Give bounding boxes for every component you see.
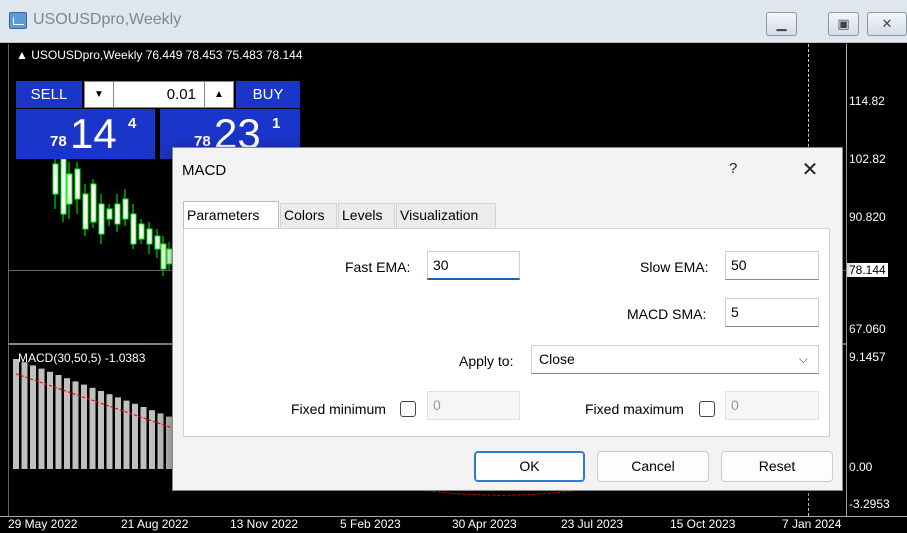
fixed-maximum-label: Fixed maximum (585, 401, 684, 417)
candle-body (106, 208, 113, 220)
slow-ema-input[interactable]: 50 (725, 251, 819, 280)
candle-body (130, 213, 137, 245)
macd-tick: -3.2953 (849, 497, 890, 511)
macd-sma-input[interactable]: 5 (725, 298, 819, 327)
macd-tick: 9.1457 (849, 350, 886, 364)
time-tick: 21 Aug 2022 (121, 517, 189, 531)
close-icon: ✕ (881, 16, 893, 31)
tab-levels[interactable]: Levels (338, 203, 395, 228)
time-tick: 7 Jan 2024 (782, 517, 842, 531)
chevron-down-icon: ⌵ (798, 352, 808, 366)
lot-decrease-button[interactable]: ▼ (84, 81, 114, 108)
slow-ema-label: Slow EMA: (640, 259, 709, 275)
candle-body (66, 173, 73, 205)
macd-bar (21, 362, 28, 469)
candle-body (90, 183, 97, 223)
fixed-maximum-checkbox[interactable] (699, 401, 715, 417)
arrow-up-icon: ▲ (16, 48, 28, 62)
time-tick: 29 May 2022 (8, 517, 78, 531)
sell-price-quote[interactable]: 78 14 4 (16, 109, 155, 159)
macd-bar (47, 371, 53, 469)
macd-bar (123, 400, 130, 469)
macd-bar (132, 403, 138, 469)
candle-body (114, 203, 121, 225)
time-tick: 13 Nov 2022 (230, 517, 299, 531)
minimize-icon: ▁ (776, 16, 787, 31)
close-window-button[interactable]: ✕ (867, 12, 907, 36)
cancel-button[interactable]: Cancel (597, 451, 709, 482)
macd-tick: 0.00 (849, 460, 873, 474)
fixed-maximum-input[interactable]: 0 (725, 391, 819, 420)
macd-bar (149, 410, 155, 469)
fast-ema-label: Fast EMA: (345, 259, 411, 275)
candle-body (74, 168, 81, 200)
macd-bar (13, 359, 19, 469)
sell-button[interactable]: SELL (16, 81, 82, 108)
window-title: USOUSDpro,Weekly (33, 11, 182, 28)
time-tick: 15 Oct 2023 (670, 517, 736, 531)
fast-ema-input[interactable]: 30 (427, 251, 520, 280)
macd-dialog: MACD ? ✕ Parameters Colors Levels Visual… (172, 147, 843, 491)
fixed-minimum-label: Fixed minimum (291, 401, 386, 417)
dialog-title: MACD (182, 162, 227, 179)
chart-info-line: ▲ USOUSDpro,Weekly 76.449 78.453 75.483 … (16, 48, 303, 62)
price-tick: 67.060 (849, 322, 886, 336)
candle-body (82, 193, 89, 230)
apply-to-value: Close (539, 351, 575, 367)
sell-price-sup: 4 (128, 115, 137, 132)
price-tick: 90.820 (849, 210, 886, 224)
candle-body (154, 235, 161, 250)
ok-button[interactable]: OK (474, 451, 585, 482)
candle-body (98, 203, 105, 235)
price-tick: 102.82 (849, 152, 886, 166)
macd-bar (38, 368, 45, 469)
macd-bar (72, 381, 79, 469)
current-price-tick: 78.144 (847, 263, 888, 277)
dialog-close-button[interactable]: ✕ (793, 156, 827, 186)
time-tick: 23 Jul 2023 (561, 517, 624, 531)
time-tick: 5 Feb 2023 (340, 517, 401, 531)
tab-colors[interactable]: Colors (280, 203, 337, 228)
macd-sma-label: MACD SMA: (627, 306, 707, 322)
lot-size-input[interactable]: 0.01 (114, 81, 204, 108)
candle-body (122, 198, 129, 220)
chart-window-icon (9, 12, 27, 29)
fixed-minimum-input[interactable]: 0 (427, 391, 520, 420)
maximize-icon: ▣ (837, 16, 850, 31)
chevron-up-icon: ▲ (214, 89, 224, 100)
apply-to-select[interactable]: Close ⌵ (531, 345, 819, 374)
parameters-panel: Fast EMA: 30 Slow EMA: 50 MACD SMA: 5 Ap… (183, 228, 830, 437)
price-tick: 114.82 (849, 94, 885, 108)
reset-button[interactable]: Reset (721, 451, 833, 482)
candle-body (52, 163, 59, 195)
fixed-minimum-checkbox[interactable] (400, 401, 416, 417)
candle-body (60, 158, 67, 215)
macd-bar (157, 413, 164, 469)
window-titlebar: USOUSDpro,Weekly ▁ ▣ ✕ (0, 0, 907, 43)
buy-price-sup: 1 (272, 115, 281, 132)
help-button[interactable]: ? (729, 160, 737, 177)
tab-parameters[interactable]: Parameters (183, 201, 279, 228)
sell-price-big: 14 (70, 110, 117, 157)
time-tick: 30 Apr 2023 (452, 517, 517, 531)
maximize-button[interactable]: ▣ (828, 12, 859, 36)
candle-body (138, 223, 145, 240)
chevron-down-icon: ▼ (94, 89, 104, 100)
sell-price-prefix: 78 (50, 133, 67, 150)
candles (52, 152, 173, 276)
macd-bar (140, 407, 147, 469)
apply-to-label: Apply to: (459, 353, 514, 369)
candle-body (146, 228, 153, 245)
candle-body (160, 243, 167, 270)
lot-increase-button[interactable]: ▲ (204, 81, 234, 108)
macd-indicator-label[interactable]: MACD(30,50,5) -1.0383 (18, 351, 145, 365)
tab-visualization[interactable]: Visualization (396, 203, 496, 228)
price-axis[interactable] (846, 44, 907, 516)
buy-button[interactable]: BUY (236, 81, 300, 108)
chart-info-text: USOUSDpro,Weekly 76.449 78.453 75.483 78… (31, 48, 303, 62)
minimize-button[interactable]: ▁ (766, 12, 797, 36)
